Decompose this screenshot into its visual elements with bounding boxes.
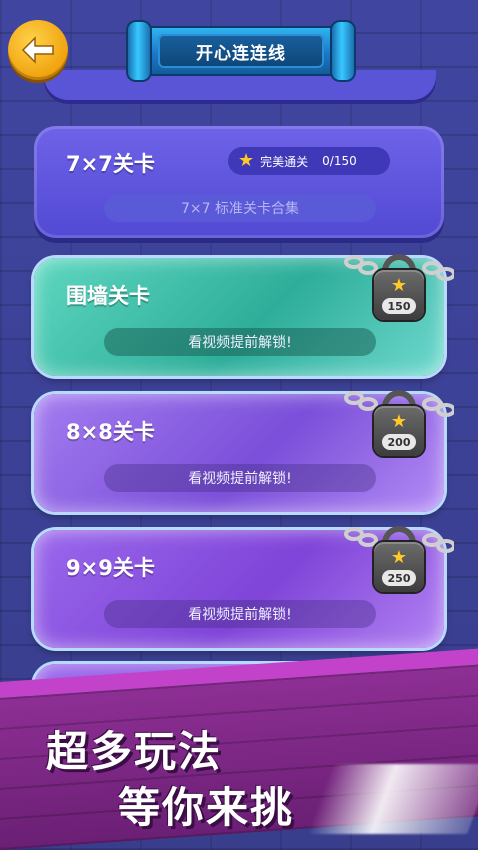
- progress-count: 0/150: [322, 154, 357, 168]
- star-icon: ★: [390, 547, 408, 568]
- level-subtitle: 7×7 标准关卡合集: [104, 194, 376, 222]
- promo-line-1: 超多玩法: [46, 727, 223, 776]
- star-icon: ★: [238, 150, 255, 171]
- level-card-8x8[interactable]: 8×8关卡 看视频提前解锁! ★ 200: [34, 390, 454, 512]
- level-title: 7×7关卡: [66, 152, 155, 176]
- top-bar: 开心连连线: [0, 0, 478, 100]
- unlock-video-button[interactable]: 看视频提前解锁!: [104, 464, 376, 492]
- level-card-9x9[interactable]: 9×9关卡 看视频提前解锁! ★ 250: [34, 526, 454, 648]
- unlock-video-button[interactable]: 看视频提前解锁!: [104, 600, 376, 628]
- level-card-wall[interactable]: 围墙关卡 看视频提前解锁! ★ 150: [34, 254, 454, 376]
- level-title: 围墙关卡: [66, 284, 150, 308]
- level-card-7x7[interactable]: 7×7关卡 ★ 完美通关 0/150 7×7 标准关卡合集: [34, 126, 444, 238]
- promo-line-2: 等你来挑: [118, 783, 295, 832]
- stars-progress: ★ 完美通关 0/150: [228, 147, 390, 175]
- title-banner: 开心连连线: [128, 22, 354, 80]
- swoosh-effect: [307, 764, 478, 834]
- promo-banner: 超多玩法 等你来挑: [0, 648, 478, 850]
- padlock-icon: ★ 200: [344, 382, 454, 472]
- level-title: 9×9关卡: [66, 556, 155, 580]
- star-icon: ★: [390, 275, 408, 296]
- back-arrow-icon: [21, 36, 54, 64]
- unlock-star-count: 250: [382, 570, 416, 586]
- padlock-icon: ★ 250: [344, 518, 454, 608]
- star-icon: ★: [390, 411, 408, 432]
- unlock-star-count: 150: [382, 298, 416, 314]
- page-title: 开心连连线: [158, 34, 324, 68]
- padlock-icon: ★ 150: [344, 246, 454, 336]
- level-title: 8×8关卡: [66, 420, 155, 444]
- unlock-video-button[interactable]: 看视频提前解锁!: [104, 328, 376, 356]
- stars-label: 完美通关: [260, 154, 309, 169]
- unlock-star-count: 200: [382, 434, 416, 450]
- back-button[interactable]: [8, 20, 68, 80]
